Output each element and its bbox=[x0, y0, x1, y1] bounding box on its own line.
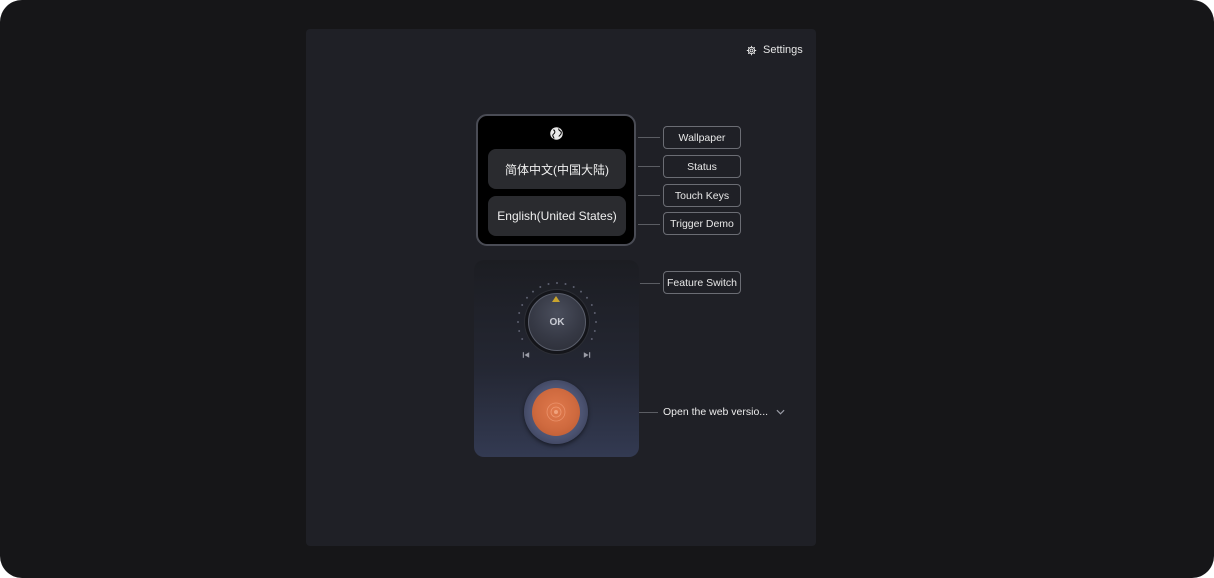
connector-status bbox=[638, 166, 660, 167]
connector-wallpaper bbox=[638, 137, 660, 138]
next-track-icon[interactable] bbox=[583, 351, 591, 359]
wallpaper-button[interactable]: Wallpaper bbox=[663, 126, 741, 149]
trigger-demo-button[interactable]: Trigger Demo bbox=[663, 212, 741, 235]
connector-feature-switch bbox=[640, 283, 660, 284]
gear-icon bbox=[746, 45, 757, 55]
status-button[interactable]: Status bbox=[663, 155, 741, 178]
connector-trigger-demo bbox=[638, 224, 660, 225]
previous-track-icon[interactable] bbox=[522, 351, 530, 359]
language-option-english[interactable]: English(United States) bbox=[488, 196, 626, 236]
connector-touch-keys bbox=[638, 195, 660, 196]
web-version-dropdown[interactable]: Open the web versio... bbox=[663, 404, 785, 420]
language-option-chinese[interactable]: 简体中文(中国大陆) bbox=[488, 149, 626, 189]
chevron-down-icon bbox=[776, 409, 785, 415]
globe-icon bbox=[550, 127, 563, 140]
feature-switch-button[interactable]: Feature Switch bbox=[663, 271, 741, 294]
device-screen: 简体中文(中国大陆) English(United States) bbox=[476, 114, 636, 246]
dial-indicator-icon bbox=[552, 296, 560, 302]
settings-label: Settings bbox=[763, 44, 803, 56]
app-window: Settings 简体中文(中国大陆) English(United State… bbox=[0, 0, 1214, 578]
settings-button[interactable]: Settings bbox=[746, 41, 803, 59]
touch-keys-button[interactable]: Touch Keys bbox=[663, 184, 741, 207]
target-icon bbox=[546, 402, 566, 422]
web-version-label: Open the web versio... bbox=[663, 406, 769, 418]
